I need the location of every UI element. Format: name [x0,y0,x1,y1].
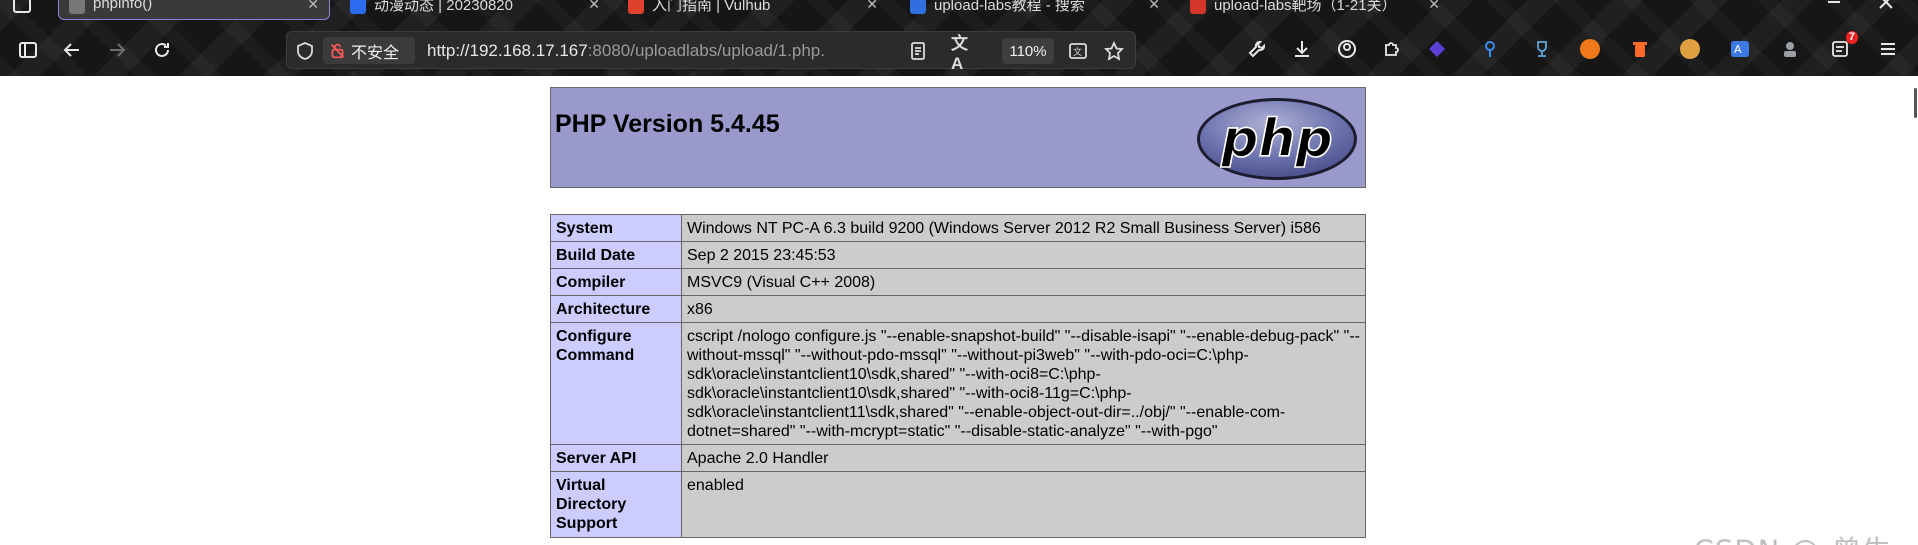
immersive-translate-icon[interactable]: 文 [1067,40,1089,62]
navigation-bar: 不安全 http://192.168.17.167:8080/uploadlab… [0,26,1918,74]
tab-overview-icon[interactable] [8,0,36,20]
tab-item[interactable]: upload-labs教程 - 搜索 ✕ [900,0,1170,20]
notification-badge: 7 [1845,31,1858,44]
tab-label: 动漫动态 | 20230820 [374,0,513,14]
row-key: Compiler [550,268,682,296]
broken-lock-icon [330,43,345,59]
svg-text:A: A [1734,43,1742,56]
url-path: :8080/uploadlabs/upload/1.php. [587,41,825,60]
trash-ext-icon[interactable] [1628,37,1652,61]
scrollbar-thumb[interactable] [1914,88,1917,118]
wrench-icon[interactable] [1245,37,1269,61]
tab-label: phpinfo() [93,0,153,12]
table-row: System Windows NT PC-A 6.3 build 9200 (W… [550,214,1366,242]
tab-favicon-icon [910,0,926,14]
url-text[interactable]: http://192.168.17.167:8080/uploadlabs/up… [427,41,825,61]
cookie-ext-icon[interactable] [1678,37,1702,61]
trophy-ext-icon[interactable] [1530,37,1554,61]
browser-chrome: phpinfo() ✕ 动漫动态 | 20230820 ✕ 入门指南 | Vul… [0,0,1918,76]
row-key: Server API [550,444,682,472]
purple-cube-ext-icon[interactable] [1425,37,1449,61]
orange-ext-icon[interactable] [1578,37,1602,61]
table-row: Compiler MSVC9 (Visual C++ 2008) [550,268,1366,296]
row-value: MSVC9 (Visual C++ 2008) [681,268,1366,296]
row-key: Virtual Directory Support [550,471,682,538]
page-content: PHP Version 5.4.45 php System Windows NT… [0,76,1918,545]
forward-icon[interactable] [103,36,131,64]
tab-favicon-icon [1190,0,1206,14]
row-value: Sep 2 2015 23:45:53 [681,241,1366,269]
back-icon[interactable] [58,36,86,64]
sidebar-toggle-icon[interactable] [14,36,42,64]
row-key: Architecture [550,295,682,323]
reload-icon[interactable] [148,36,176,64]
svg-text:文: 文 [1073,46,1082,58]
row-value: cscript /nologo configure.js "--enable-s… [681,322,1366,445]
tab-item[interactable]: 动漫动态 | 20230820 ✕ [340,0,610,20]
tab-favicon-icon [628,0,644,14]
account-icon[interactable] [1335,37,1359,61]
menu-icon[interactable] [1876,37,1900,61]
download-icon[interactable] [1290,37,1314,61]
shield-icon[interactable] [295,41,315,61]
address-bar[interactable]: 不安全 http://192.168.17.167:8080/uploadlab… [286,31,1136,73]
url-host: http://192.168.17.167 [427,41,588,60]
tab-favicon-icon [69,0,85,14]
site-security-indicator[interactable]: 不安全 [323,37,415,64]
agent-ext-icon[interactable] [1778,37,1802,61]
reader-mode-icon[interactable] [907,40,929,62]
tab-close-icon[interactable]: ✕ [1428,0,1440,13]
row-value: Apache 2.0 Handler [681,444,1366,472]
php-version-header: PHP Version 5.4.45 php [550,87,1366,188]
translate-ext-icon[interactable]: A [1728,37,1752,61]
insecure-label: 不安全 [351,42,400,62]
page-title: PHP Version 5.4.45 [555,110,780,138]
tab-item[interactable]: 入门指南 | Vulhub ✕ [618,0,888,20]
php-logo-icon[interactable]: php [1195,96,1359,182]
window-close-icon[interactable] [1872,0,1900,16]
tab-strip: phpinfo() ✕ 动漫动态 | 20230820 ✕ 入门指南 | Vul… [0,0,1918,22]
tab-label: 入门指南 | Vulhub [652,0,771,14]
tab-item[interactable]: upload-labs靶场（1-21关） ✕ [1180,0,1450,20]
zoom-level[interactable]: 110% [1002,38,1054,64]
tab-close-icon[interactable]: ✕ [1148,0,1160,13]
tab-close-icon[interactable]: ✕ [307,0,319,13]
bookmark-star-icon[interactable] [1103,40,1125,62]
row-key: System [550,214,682,242]
table-row: Architecture x86 [550,295,1366,323]
tab-label: upload-labs靶场（1-21关） [1214,0,1397,14]
translate-icon[interactable]: 文A [951,34,973,73]
tab-favicon-icon [350,0,366,14]
row-value: Windows NT PC-A 6.3 build 9200 (Windows … [681,214,1366,242]
row-value: x86 [681,295,1366,323]
table-row: Build Date Sep 2 2015 23:45:53 [550,241,1366,269]
row-value: enabled [681,471,1366,538]
tab-close-icon[interactable]: ✕ [866,0,878,13]
puzzle-icon[interactable] [1380,37,1404,61]
table-row: Server API Apache 2.0 Handler [550,444,1366,472]
window-minimize-icon[interactable] [1820,0,1848,16]
tab-close-icon[interactable]: ✕ [588,0,600,13]
row-key: Build Date [550,241,682,269]
vertical-scrollbar[interactable] [1912,76,1918,545]
php-logo-text: php [1220,109,1332,169]
tab-phpinfo[interactable]: phpinfo() ✕ [58,0,330,20]
php-info-table: System Windows NT PC-A 6.3 build 9200 (W… [550,214,1366,538]
notes-ext-icon[interactable]: 7 [1828,31,1858,61]
tab-label: upload-labs教程 - 搜索 [934,0,1085,14]
table-row: Virtual Directory Support enabled [550,471,1366,538]
blue-pin-ext-icon[interactable] [1478,37,1502,61]
watermark: CSDN @-曾牛 [1694,528,1892,545]
row-key: Configure Command [550,322,682,445]
table-row: Configure Command cscript /nologo config… [550,322,1366,445]
